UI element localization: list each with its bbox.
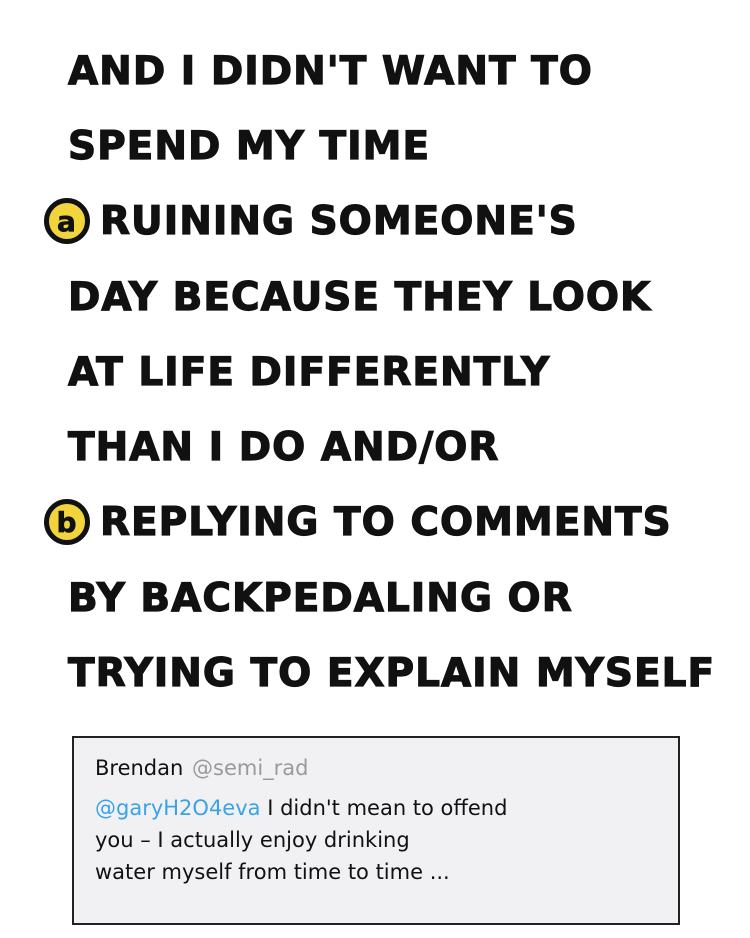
caption-line-7-text: REPLYING TO COMMENTS	[99, 499, 672, 545]
caption-line-1: AND I DIDN'T WANT TO	[67, 48, 593, 94]
tweet-card: Brendan @semi_rad @garyH2O4eva I didn't …	[72, 736, 680, 925]
tweet-body-line-2: you – I actually enjoy drinking	[95, 828, 410, 852]
caption-line-8: BY BACKPEDALING OR	[67, 575, 573, 621]
tweet-body-line-1: @garyH2O4eva I didn't mean to offend	[95, 792, 675, 824]
tweet-body: @garyH2O4eva I didn't mean to offend you…	[95, 792, 675, 888]
tweet-header: Brendan @semi_rad	[95, 756, 309, 780]
tweet-mention: @garyH2O4eva	[95, 796, 261, 820]
tweet-author-handle: @semi_rad	[192, 756, 309, 780]
tweet-author-name: Brendan	[95, 756, 184, 780]
option-a-marker: a	[44, 198, 90, 244]
tweet-body-line-1-text: I didn't mean to offend	[267, 796, 508, 820]
caption-line-9: TRYING TO EXPLAIN MYSELF	[67, 650, 716, 696]
tweet-body-line-3: water myself from time to time ...	[95, 860, 450, 884]
caption-line-4: DAY BECAUSE THEY LOOK	[67, 274, 652, 320]
caption-line-3-text: RUINING SOMEONE'S	[99, 198, 578, 244]
comic-panel: AND I DIDN'T WANT TO SPEND MY TIME a RUI…	[0, 0, 750, 938]
caption-line-7: b REPLYING TO COMMENTS	[44, 493, 672, 551]
option-b-marker: b	[44, 499, 90, 545]
caption-line-5: AT LIFE DIFFERENTLY	[67, 349, 551, 395]
caption-line-2: SPEND MY TIME	[67, 123, 431, 169]
caption-line-3: a RUINING SOMEONE'S	[44, 192, 578, 250]
caption-line-6: THAN I DO AND/OR	[67, 424, 500, 470]
